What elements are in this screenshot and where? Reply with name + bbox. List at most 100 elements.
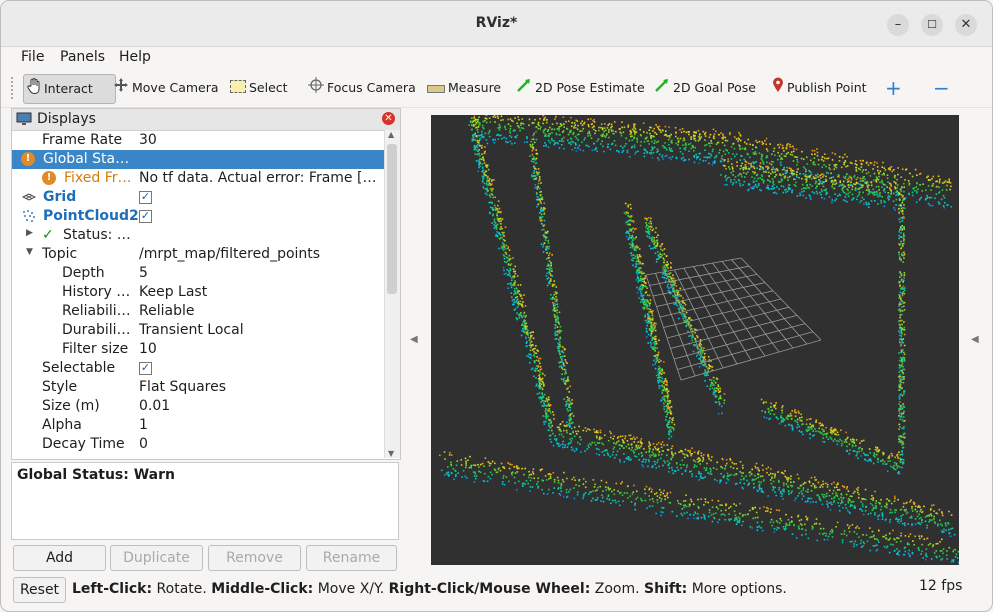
row-selectable[interactable]: Selectable ✓ [12, 359, 384, 378]
row-frame-rate[interactable]: Frame Rate 30 [12, 131, 384, 150]
minimize-icon[interactable]: – [887, 14, 909, 36]
row-fixed-frame[interactable]: ! Fixed Fr… No tf data. Actual error: Fr… [12, 169, 384, 188]
select-button[interactable]: Select [230, 74, 288, 102]
close-icon[interactable]: ✕ [955, 14, 977, 36]
row-key: Selectable [42, 360, 116, 376]
menu-panels[interactable]: Panels [60, 49, 105, 65]
right-splitter[interactable]: ◀ [971, 116, 981, 566]
row-value[interactable]: 0.01 [139, 398, 379, 414]
row-value[interactable]: 30 [139, 132, 379, 148]
collapse-right-icon[interactable]: ◀ [971, 334, 979, 345]
grid-checkbox[interactable]: ✓ [139, 189, 379, 205]
row-decay-time[interactable]: Decay Time 0 [12, 435, 384, 454]
title-bar: RViz* – ☐ ✕ [1, 1, 992, 47]
hint-text: More options. [687, 581, 787, 597]
row-value: No tf data. Actual error: Frame [… [139, 170, 377, 186]
scroll-down-icon[interactable]: ▼ [388, 449, 394, 458]
pointcloud-icon [22, 209, 36, 223]
goal-pose-label: 2D Goal Pose [673, 80, 756, 95]
rviz-window: RViz* – ☐ ✕ File Panels Help Interact Mo… [0, 0, 993, 612]
row-value[interactable]: 0 [139, 436, 379, 452]
move-camera-icon [113, 75, 129, 103]
displays-scrollbar[interactable]: ▲ ▼ [384, 130, 400, 458]
close-panel-icon[interactable]: ✕ [382, 112, 395, 125]
publish-point-label: Publish Point [787, 80, 867, 95]
warning-icon: ! [42, 171, 56, 185]
add-tool-icon[interactable]: + [885, 74, 902, 102]
green-arrow-icon [654, 75, 670, 103]
warning-icon: ! [21, 152, 35, 166]
select-icon [230, 75, 246, 103]
collapse-left-icon[interactable]: ◀ [410, 334, 418, 345]
row-key: Filter size [62, 341, 129, 357]
row-value[interactable]: 10 [139, 341, 379, 357]
rename-button[interactable]: Rename [306, 545, 397, 571]
selectable-checkbox[interactable]: ✓ [139, 360, 379, 376]
remove-button[interactable]: Remove [208, 545, 301, 571]
scrollbar-thumb[interactable] [387, 144, 397, 294]
row-depth[interactable]: Depth 5 [12, 264, 384, 283]
hint-middle-click: Middle-Click: [211, 581, 314, 597]
row-value[interactable]: Transient Local [139, 322, 379, 338]
row-global-status[interactable]: ! Global Sta… [12, 150, 384, 169]
map-pin-icon [772, 75, 784, 103]
row-value[interactable]: 5 [139, 265, 379, 281]
row-filter-size[interactable]: Filter size 10 [12, 340, 384, 359]
row-value[interactable]: 1 [139, 417, 379, 433]
row-key: History … [62, 284, 131, 300]
displays-header: Displays ✕ [12, 109, 400, 131]
row-key: Size (m) [42, 398, 100, 414]
collapse-arrow-icon[interactable]: ▼ [26, 247, 33, 257]
hint-text: Rotate. [152, 581, 212, 597]
measure-button[interactable]: Measure [427, 74, 501, 102]
status-description-box: Global Status: Warn [11, 462, 399, 540]
toolbar-grip[interactable] [11, 77, 17, 99]
hint-text: Move X/Y. [313, 581, 389, 597]
menu-file[interactable]: File [21, 49, 44, 65]
row-value[interactable]: Flat Squares [139, 379, 379, 395]
goal-pose-button[interactable]: 2D Goal Pose [654, 74, 756, 102]
scroll-up-icon[interactable]: ▲ [388, 130, 394, 139]
row-value[interactable]: /mrpt_map/filtered_points [139, 246, 379, 262]
row-history[interactable]: History … Keep Last [12, 283, 384, 302]
duplicate-button[interactable]: Duplicate [110, 545, 203, 571]
maximize-icon[interactable]: ☐ [921, 14, 943, 36]
row-value[interactable]: Reliable [139, 303, 379, 319]
row-key: Status: … [63, 227, 131, 243]
expand-arrow-icon[interactable]: ▶ [26, 228, 33, 238]
row-style[interactable]: Style Flat Squares [12, 378, 384, 397]
ruler-icon [427, 75, 445, 103]
row-pointcloud2[interactable]: PointCloud2 ✓ [12, 207, 384, 226]
menu-help[interactable]: Help [119, 49, 151, 65]
green-arrow-icon [516, 75, 532, 103]
add-button[interactable]: Add [13, 545, 106, 571]
hint-left-click: Left-Click: [72, 581, 153, 597]
row-durability[interactable]: Durabili… Transient Local [12, 321, 384, 340]
select-label: Select [249, 80, 288, 95]
move-camera-button[interactable]: Move Camera [113, 74, 219, 102]
publish-point-button[interactable]: Publish Point [772, 74, 867, 102]
pose-estimate-label: 2D Pose Estimate [535, 80, 645, 95]
row-alpha[interactable]: Alpha 1 [12, 416, 384, 435]
focus-camera-button[interactable]: Focus Camera [308, 74, 416, 102]
reset-button[interactable]: Reset [13, 577, 66, 603]
pose-estimate-button[interactable]: 2D Pose Estimate [516, 74, 645, 102]
row-size[interactable]: Size (m) 0.01 [12, 397, 384, 416]
row-key: Alpha [42, 417, 82, 433]
3d-viewport[interactable] [431, 115, 959, 565]
row-reliability[interactable]: Reliabili… Reliable [12, 302, 384, 321]
remove-tool-icon[interactable]: − [933, 74, 950, 102]
row-topic[interactable]: ▼ Topic /mrpt_map/filtered_points [12, 245, 384, 264]
status-text: Global Status: Warn [17, 467, 175, 483]
left-splitter[interactable]: ◀ [410, 116, 420, 566]
hand-icon [27, 76, 41, 104]
interact-button[interactable]: Interact [23, 74, 116, 104]
row-key: Depth [62, 265, 105, 281]
row-key: Topic [42, 246, 78, 262]
mouse-hint: Left-Click: Rotate. Middle-Click: Move X… [72, 581, 787, 597]
row-status[interactable]: ▶ ✓ Status: … [12, 226, 384, 245]
pointcloud-checkbox[interactable]: ✓ [139, 208, 379, 224]
menu-bar: File Panels Help [1, 47, 992, 69]
row-grid[interactable]: Grid ✓ [12, 188, 384, 207]
row-value[interactable]: Keep Last [139, 284, 379, 300]
